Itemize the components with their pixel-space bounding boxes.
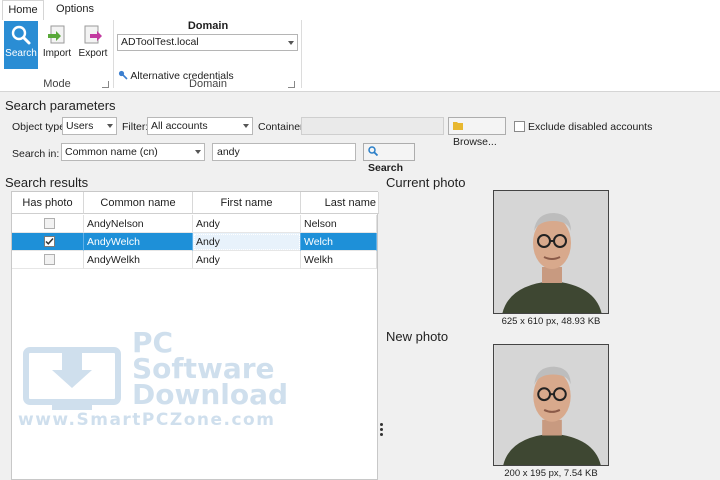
- filter-select[interactable]: All accounts: [147, 117, 253, 135]
- column-header-first-name[interactable]: First name: [193, 192, 301, 214]
- object-type-value: Users: [66, 120, 94, 132]
- first-name-cell: Andy: [193, 251, 301, 269]
- has-photo-checkbox: [44, 218, 55, 229]
- has-photo-cell: [12, 215, 84, 233]
- table-row[interactable]: AndyNelson Andy Nelson: [12, 215, 377, 233]
- table-row[interactable]: AndyWelch Andy Welch: [12, 233, 377, 251]
- checkmark-icon: [45, 238, 54, 245]
- has-photo-checkbox: [44, 254, 55, 265]
- export-button[interactable]: Export: [76, 21, 110, 69]
- results-grid[interactable]: Has photo Common name First name Last na…: [11, 191, 379, 480]
- search-button-label: Search: [368, 162, 404, 174]
- search-button[interactable]: Search: [363, 143, 415, 174]
- ribbon-tab-bar: Home Options: [0, 0, 720, 20]
- search-in-value: Common name (cn): [65, 146, 158, 158]
- domain-group-label: Domain: [189, 78, 227, 90]
- current-photo: [493, 190, 609, 314]
- common-name-cell: AndyNelson: [84, 215, 193, 233]
- search-mode-label: Search: [5, 48, 37, 59]
- domain-group-title: Domain: [187, 20, 229, 32]
- container-field: [301, 117, 444, 135]
- domain-combobox[interactable]: ADToolTest.local: [117, 34, 298, 51]
- filter-label: Filter:: [122, 121, 149, 133]
- object-type-select[interactable]: Users: [62, 117, 117, 135]
- common-name-cell: AndyWelch: [84, 233, 193, 251]
- portrait-image: [494, 345, 608, 465]
- new-photo-caption: 200 x 195 px, 7.54 KB: [504, 468, 598, 479]
- new-photo: [493, 344, 609, 466]
- portrait-image: [494, 191, 608, 313]
- chevron-down-icon: [195, 150, 201, 154]
- first-name-cell: Andy: [193, 233, 301, 251]
- first-name-cell: Andy: [193, 215, 301, 233]
- exclude-disabled-checkbox[interactable]: [514, 121, 525, 132]
- mode-group-label: Mode: [43, 78, 71, 90]
- mode-group-launcher-icon[interactable]: [102, 81, 109, 88]
- current-photo-title: Current photo: [386, 175, 466, 190]
- last-name-cell: Welch: [301, 233, 377, 251]
- search-results-title: Search results: [5, 175, 89, 190]
- search-in-label: Search in:: [12, 148, 60, 160]
- browse-button[interactable]: Browse...: [448, 117, 506, 148]
- table-row[interactable]: AndyWelkh Andy Welkh: [12, 251, 377, 269]
- search-icon: [11, 25, 31, 45]
- search-icon: [368, 146, 379, 157]
- browse-label: Browse...: [453, 136, 497, 148]
- import-button[interactable]: Import: [40, 21, 74, 69]
- has-photo-cell: [12, 233, 84, 251]
- folder-icon: [453, 122, 463, 130]
- new-photo-title: New photo: [386, 329, 449, 344]
- filter-value: All accounts: [151, 120, 208, 132]
- common-name-cell: AndyWelkh: [84, 251, 193, 269]
- column-header-common-name[interactable]: Common name: [84, 192, 193, 214]
- has-photo-cell: [12, 251, 84, 269]
- has-photo-checkbox: [44, 236, 55, 247]
- export-label: Export: [78, 48, 108, 59]
- ribbon-divider: [301, 20, 302, 88]
- ribbon: Search Import Export Mode Domain ADToolT…: [0, 18, 720, 92]
- object-type-label: Object type:: [12, 121, 69, 133]
- search-query-input[interactable]: andy: [212, 143, 356, 161]
- current-photo-caption: 625 x 610 px, 48.93 KB: [501, 316, 601, 327]
- tab-options[interactable]: Options: [50, 0, 100, 19]
- import-label: Import: [42, 48, 72, 59]
- export-icon: [84, 25, 102, 44]
- column-header-last-name[interactable]: Last name: [301, 192, 379, 214]
- chevron-down-icon: [107, 124, 113, 128]
- search-mode-button[interactable]: Search: [4, 21, 38, 69]
- container-label: Container:: [258, 121, 307, 133]
- search-in-select[interactable]: Common name (cn): [61, 143, 205, 161]
- chevron-down-icon: [288, 41, 294, 45]
- tab-home[interactable]: Home: [2, 0, 44, 20]
- import-icon: [48, 25, 65, 44]
- domain-group-launcher-icon[interactable]: [288, 81, 295, 88]
- ribbon-divider: [113, 20, 114, 88]
- column-header-has-photo[interactable]: Has photo: [12, 192, 84, 214]
- splitter-grip[interactable]: [380, 423, 383, 437]
- search-parameters-title: Search parameters: [5, 98, 116, 113]
- last-name-cell: Welkh: [301, 251, 377, 269]
- search-query-value: andy: [217, 146, 240, 158]
- chevron-down-icon: [243, 124, 249, 128]
- last-name-cell: Nelson: [301, 215, 377, 233]
- domain-value: ADToolTest.local: [121, 36, 199, 48]
- exclude-disabled-label: Exclude disabled accounts: [528, 121, 653, 133]
